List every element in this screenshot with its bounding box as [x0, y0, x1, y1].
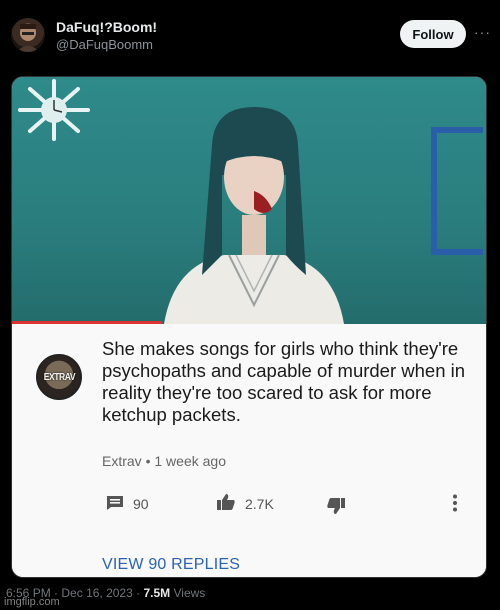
more-options-icon[interactable]: ···	[474, 24, 491, 40]
view-replies-link[interactable]: VIEW 90 REPLIES	[102, 556, 240, 574]
channel-avatar-label: EXTRAV	[43, 371, 75, 383]
comment-text: She makes songs for girls who think they…	[102, 338, 466, 425]
kebab-menu-icon[interactable]	[452, 494, 458, 512]
channel-avatar[interactable]: EXTRAV	[36, 354, 82, 400]
post-date[interactable]: Dec 16, 2023	[61, 586, 132, 600]
comment-actions: 90 2.7K	[102, 493, 472, 517]
user-handle[interactable]: @DaFuqBoomm	[56, 37, 153, 52]
imgflip-watermark: imgflip.com	[4, 596, 60, 608]
footer-dot: ·	[136, 586, 141, 600]
video-still	[12, 77, 486, 324]
blue-picture-frame	[431, 127, 483, 255]
youtube-comment: EXTRAV She makes songs for girls who thi…	[12, 324, 486, 577]
views-label: Views	[173, 586, 206, 600]
reply-icon[interactable]	[106, 495, 124, 511]
like-count: 2.7K	[245, 496, 274, 512]
comment-meta: Extrav • 1 week ago	[102, 453, 226, 469]
follow-button[interactable]: Follow	[400, 20, 466, 48]
post-image[interactable]: EXTRAV She makes songs for girls who thi…	[11, 76, 487, 578]
comment-author[interactable]: Extrav	[102, 453, 142, 469]
comment-age: 1 week ago	[154, 453, 226, 469]
views-count: 7.5M	[143, 586, 171, 600]
meta-separator: •	[145, 453, 151, 469]
wall-clock-icon	[18, 79, 90, 141]
avatar-face-icon	[16, 24, 40, 52]
person-figure	[164, 107, 344, 324]
thumbs-up-icon[interactable]	[216, 493, 236, 511]
reply-count: 90	[133, 496, 149, 512]
user-avatar[interactable]	[11, 18, 45, 52]
post-header: DaFuq!?Boom! @DaFuqBoomm Follow ···	[0, 0, 500, 72]
thumbs-down-icon[interactable]	[326, 497, 346, 515]
display-name[interactable]: DaFuq!?Boom!	[56, 19, 157, 35]
